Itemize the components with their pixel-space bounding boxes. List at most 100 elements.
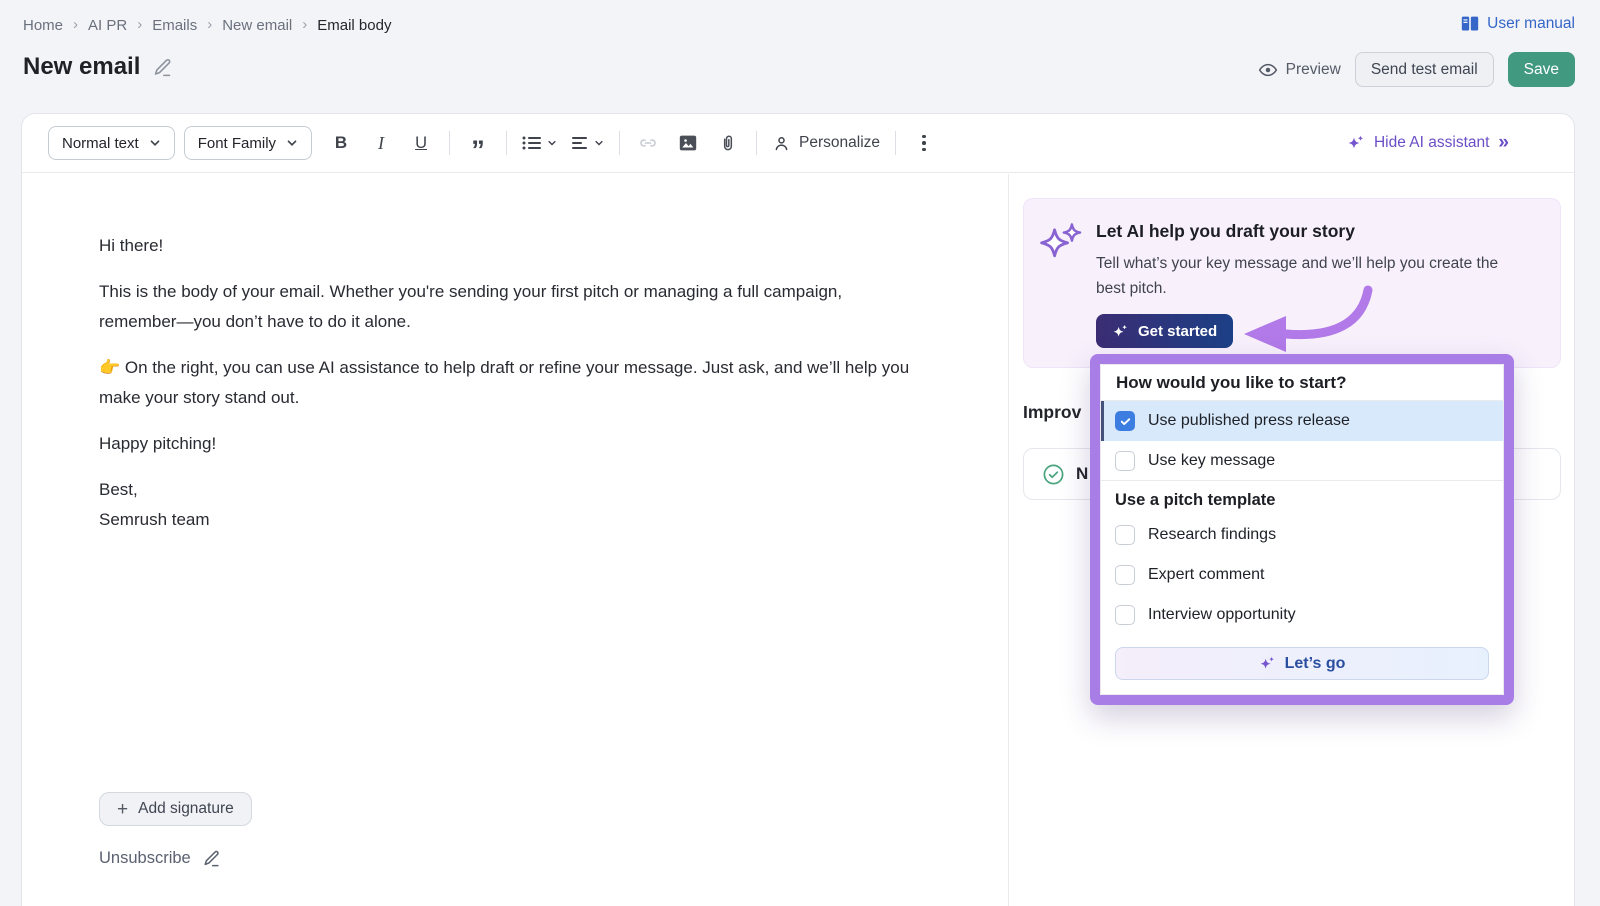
text-style-value: Normal text bbox=[62, 135, 139, 152]
ai-card-description: Tell what’s your key message and we’ll h… bbox=[1096, 251, 1506, 301]
add-signature-label: Add signature bbox=[138, 800, 234, 818]
bold-button[interactable]: B bbox=[328, 128, 354, 158]
get-started-button[interactable]: Get started bbox=[1096, 314, 1233, 348]
link-button bbox=[635, 128, 661, 158]
option-use-key-message[interactable]: Use key message bbox=[1101, 441, 1503, 481]
option-use-published-press-release[interactable]: Use published press release bbox=[1101, 401, 1503, 441]
email-editor-card: Normal text Font Family B I U ” bbox=[21, 113, 1575, 906]
sparkle-icon bbox=[1347, 134, 1365, 152]
popup-group-title: Use a pitch template bbox=[1101, 481, 1503, 515]
attachment-button[interactable] bbox=[715, 128, 741, 158]
font-family-dropdown[interactable]: Font Family bbox=[184, 126, 312, 160]
ai-start-popup: How would you like to start? Use publish… bbox=[1090, 354, 1514, 705]
save-button[interactable]: Save bbox=[1508, 52, 1575, 87]
underline-button[interactable]: U bbox=[408, 128, 434, 158]
improve-section-heading: Improv bbox=[1023, 402, 1081, 423]
checkbox-unchecked-icon[interactable] bbox=[1115, 605, 1135, 625]
sparkle-icon bbox=[1259, 655, 1276, 672]
breadcrumb-home[interactable]: Home bbox=[23, 17, 63, 34]
option-label: Interview opportunity bbox=[1148, 606, 1296, 624]
chevron-right-icon: › bbox=[73, 16, 78, 33]
book-icon bbox=[1460, 15, 1480, 33]
option-label: Expert comment bbox=[1148, 566, 1264, 584]
email-body-editor[interactable]: Hi there! This is the body of your email… bbox=[22, 174, 1008, 906]
chevron-down-icon bbox=[149, 137, 161, 149]
user-manual-link[interactable]: User manual bbox=[1460, 15, 1575, 33]
breadcrumb-emails[interactable]: Emails bbox=[152, 17, 197, 34]
option-label: Use key message bbox=[1148, 452, 1275, 470]
more-options-button[interactable] bbox=[911, 128, 937, 158]
email-signoff-line: Semrush team bbox=[99, 505, 919, 535]
person-icon bbox=[772, 134, 791, 153]
option-label: Research findings bbox=[1148, 526, 1276, 544]
font-family-value: Font Family bbox=[198, 135, 276, 152]
breadcrumb-new-email[interactable]: New email bbox=[222, 17, 292, 34]
align-button[interactable] bbox=[571, 128, 604, 158]
toolbar-divider bbox=[506, 131, 507, 155]
checkbox-unchecked-icon[interactable] bbox=[1115, 451, 1135, 471]
option-label: Use published press release bbox=[1148, 412, 1350, 430]
checkbox-unchecked-icon[interactable] bbox=[1115, 525, 1135, 545]
preview-button[interactable]: Preview bbox=[1258, 61, 1341, 79]
align-left-icon bbox=[571, 135, 589, 151]
ai-assistant-panel: Let AI help you draft your story Tell wh… bbox=[1008, 174, 1574, 906]
chevron-right-icon: › bbox=[302, 16, 307, 33]
get-started-label: Get started bbox=[1138, 323, 1217, 340]
page-title: New email bbox=[23, 53, 140, 81]
hide-ai-assistant-button[interactable]: Hide AI assistant » bbox=[1347, 132, 1508, 154]
chevron-right-icon: › bbox=[207, 16, 212, 33]
chevron-down-icon bbox=[547, 138, 557, 148]
paperclip-icon bbox=[718, 133, 738, 153]
personalize-button[interactable]: Personalize bbox=[772, 128, 880, 158]
edit-title-icon[interactable] bbox=[152, 57, 173, 78]
editor-toolbar: Normal text Font Family B I U ” bbox=[22, 114, 1574, 173]
link-icon bbox=[637, 133, 659, 153]
kebab-menu-icon bbox=[922, 135, 926, 152]
checkbox-unchecked-icon[interactable] bbox=[1115, 565, 1135, 585]
ai-draft-card: Let AI help you draft your story Tell wh… bbox=[1023, 198, 1561, 368]
toolbar-divider bbox=[449, 131, 450, 155]
send-test-email-button[interactable]: Send test email bbox=[1355, 52, 1494, 87]
italic-button[interactable]: I bbox=[368, 128, 394, 158]
toolbar-divider bbox=[895, 131, 896, 155]
email-paragraph: 👉 On the right, you can use AI assistanc… bbox=[99, 353, 919, 413]
bullet-list-icon bbox=[522, 135, 542, 151]
list-button[interactable] bbox=[522, 128, 557, 158]
option-research-findings[interactable]: Research findings bbox=[1101, 515, 1503, 555]
insert-image-button[interactable] bbox=[675, 128, 701, 158]
unsubscribe-label: Unsubscribe bbox=[99, 849, 191, 868]
check-result-label: N bbox=[1076, 464, 1088, 484]
ai-sparkles-icon bbox=[1034, 221, 1086, 269]
hide-ai-assistant-label: Hide AI assistant bbox=[1374, 134, 1489, 152]
top-header: Home › AI PR › Emails › New email › Emai… bbox=[0, 0, 1600, 113]
popup-title: How would you like to start? bbox=[1101, 365, 1503, 401]
plus-icon: + bbox=[117, 800, 128, 819]
email-paragraph: Hi there! bbox=[99, 231, 919, 261]
preview-label: Preview bbox=[1286, 61, 1341, 79]
image-icon bbox=[678, 134, 698, 152]
option-expert-comment[interactable]: Expert comment bbox=[1101, 555, 1503, 595]
lets-go-label: Let’s go bbox=[1285, 655, 1346, 673]
blockquote-button[interactable]: ” bbox=[465, 128, 491, 158]
toolbar-divider bbox=[756, 131, 757, 155]
breadcrumb-current: Email body bbox=[317, 17, 391, 34]
eye-icon bbox=[1258, 62, 1278, 78]
lets-go-button[interactable]: Let’s go bbox=[1115, 647, 1489, 680]
editor-canvas[interactable]: Hi there! This is the body of your email… bbox=[22, 174, 1008, 535]
email-signoff-line: Best, bbox=[99, 475, 919, 505]
edit-pencil-icon bbox=[202, 849, 221, 868]
option-interview-opportunity[interactable]: Interview opportunity bbox=[1101, 595, 1503, 635]
add-signature-button[interactable]: + Add signature bbox=[99, 792, 252, 826]
chevron-down-icon bbox=[594, 138, 604, 148]
personalize-label: Personalize bbox=[799, 134, 880, 152]
checkbox-checked-icon[interactable] bbox=[1115, 411, 1135, 431]
sparkle-icon bbox=[1112, 323, 1129, 340]
text-style-dropdown[interactable]: Normal text bbox=[48, 126, 175, 160]
unsubscribe-link[interactable]: Unsubscribe bbox=[99, 849, 221, 868]
breadcrumb: Home › AI PR › Emails › New email › Emai… bbox=[23, 17, 391, 34]
check-circle-icon bbox=[1042, 463, 1065, 486]
breadcrumb-ai-pr[interactable]: AI PR bbox=[88, 17, 127, 34]
double-chevron-right-icon: » bbox=[1498, 132, 1508, 154]
email-paragraph: This is the body of your email. Whether … bbox=[99, 277, 919, 337]
toolbar-divider bbox=[619, 131, 620, 155]
